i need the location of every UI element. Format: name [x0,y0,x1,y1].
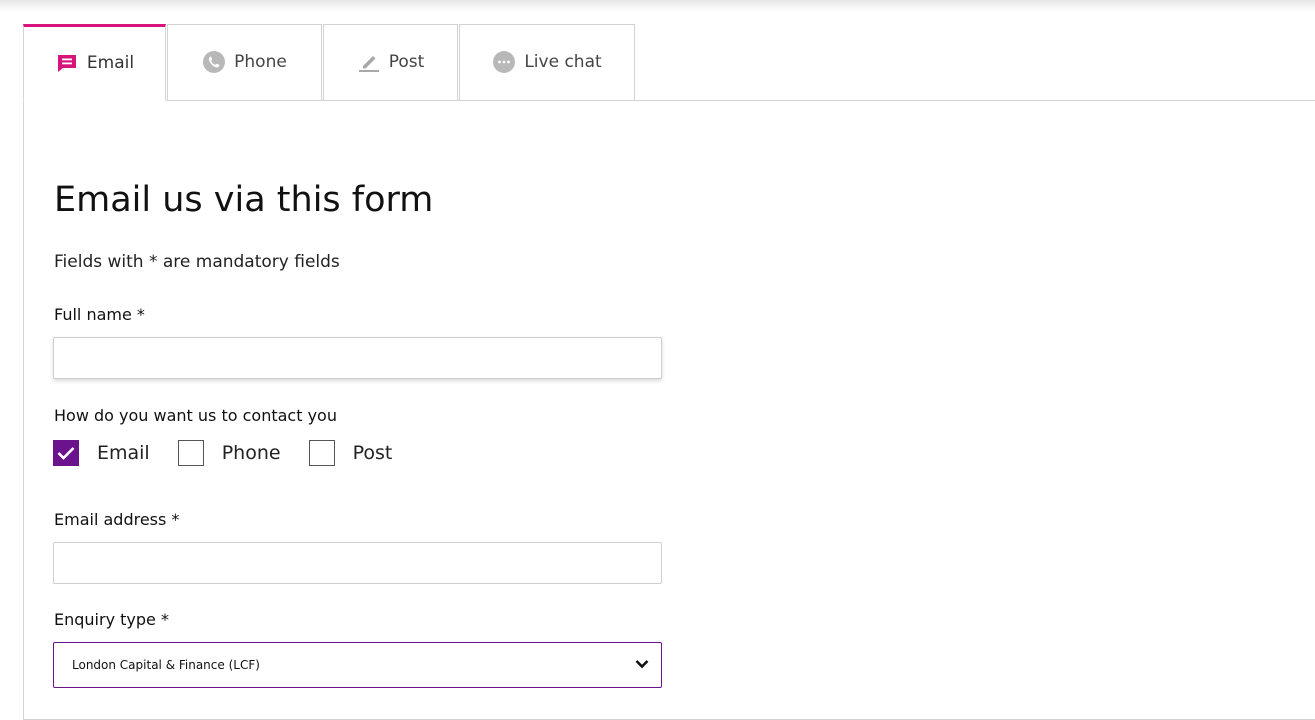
email-address-label: Email address * [54,510,180,529]
full-name-label: Full name * [54,305,145,324]
contact-email-label: Email [97,442,150,464]
tab-email-label: Email [86,52,135,73]
checkbox-empty-icon [177,440,204,466]
contact-post-label: Post [352,442,393,464]
full-name-input[interactable] [53,337,662,379]
message-icon [55,52,79,74]
tab-post-label: Post [388,51,425,72]
contact-phone-label: Phone [221,442,281,464]
tab-phone-label: Phone [234,51,287,72]
tab-phone[interactable]: Phone [167,24,322,101]
enquiry-type-select[interactable]: London Capital & Finance (LCF) [53,642,662,688]
contact-post-checkbox[interactable]: Post [308,440,393,466]
chevron-down-icon [635,658,649,672]
mandatory-note: Fields with * are mandatory fields [54,252,340,272]
phone-icon [202,50,226,73]
enquiry-type-label: Enquiry type * [54,610,169,629]
tab-live-chat-label: Live chat [524,51,602,72]
page-title: Email us via this form [54,180,434,220]
checkbox-empty-icon [308,440,335,466]
pencil-icon [357,51,381,73]
contact-email-checkbox[interactable]: Email [53,440,150,466]
tab-post[interactable]: Post [323,24,458,101]
contact-preference-group: Email Phone Post [53,440,420,466]
contact-preference-label: How do you want us to contact you [54,406,337,425]
email-address-input[interactable] [53,542,662,584]
top-shadow [0,0,1315,12]
chat-bubble-icon [492,50,516,73]
tab-email[interactable]: Email [23,24,166,101]
tab-live-chat[interactable]: Live chat [459,24,635,101]
checkbox-checked-icon [53,440,79,466]
contact-method-tabs: Email Phone Post Live chat [23,24,636,101]
contact-phone-checkbox[interactable]: Phone [177,440,281,466]
enquiry-type-value: London Capital & Finance (LCF) [72,658,260,672]
